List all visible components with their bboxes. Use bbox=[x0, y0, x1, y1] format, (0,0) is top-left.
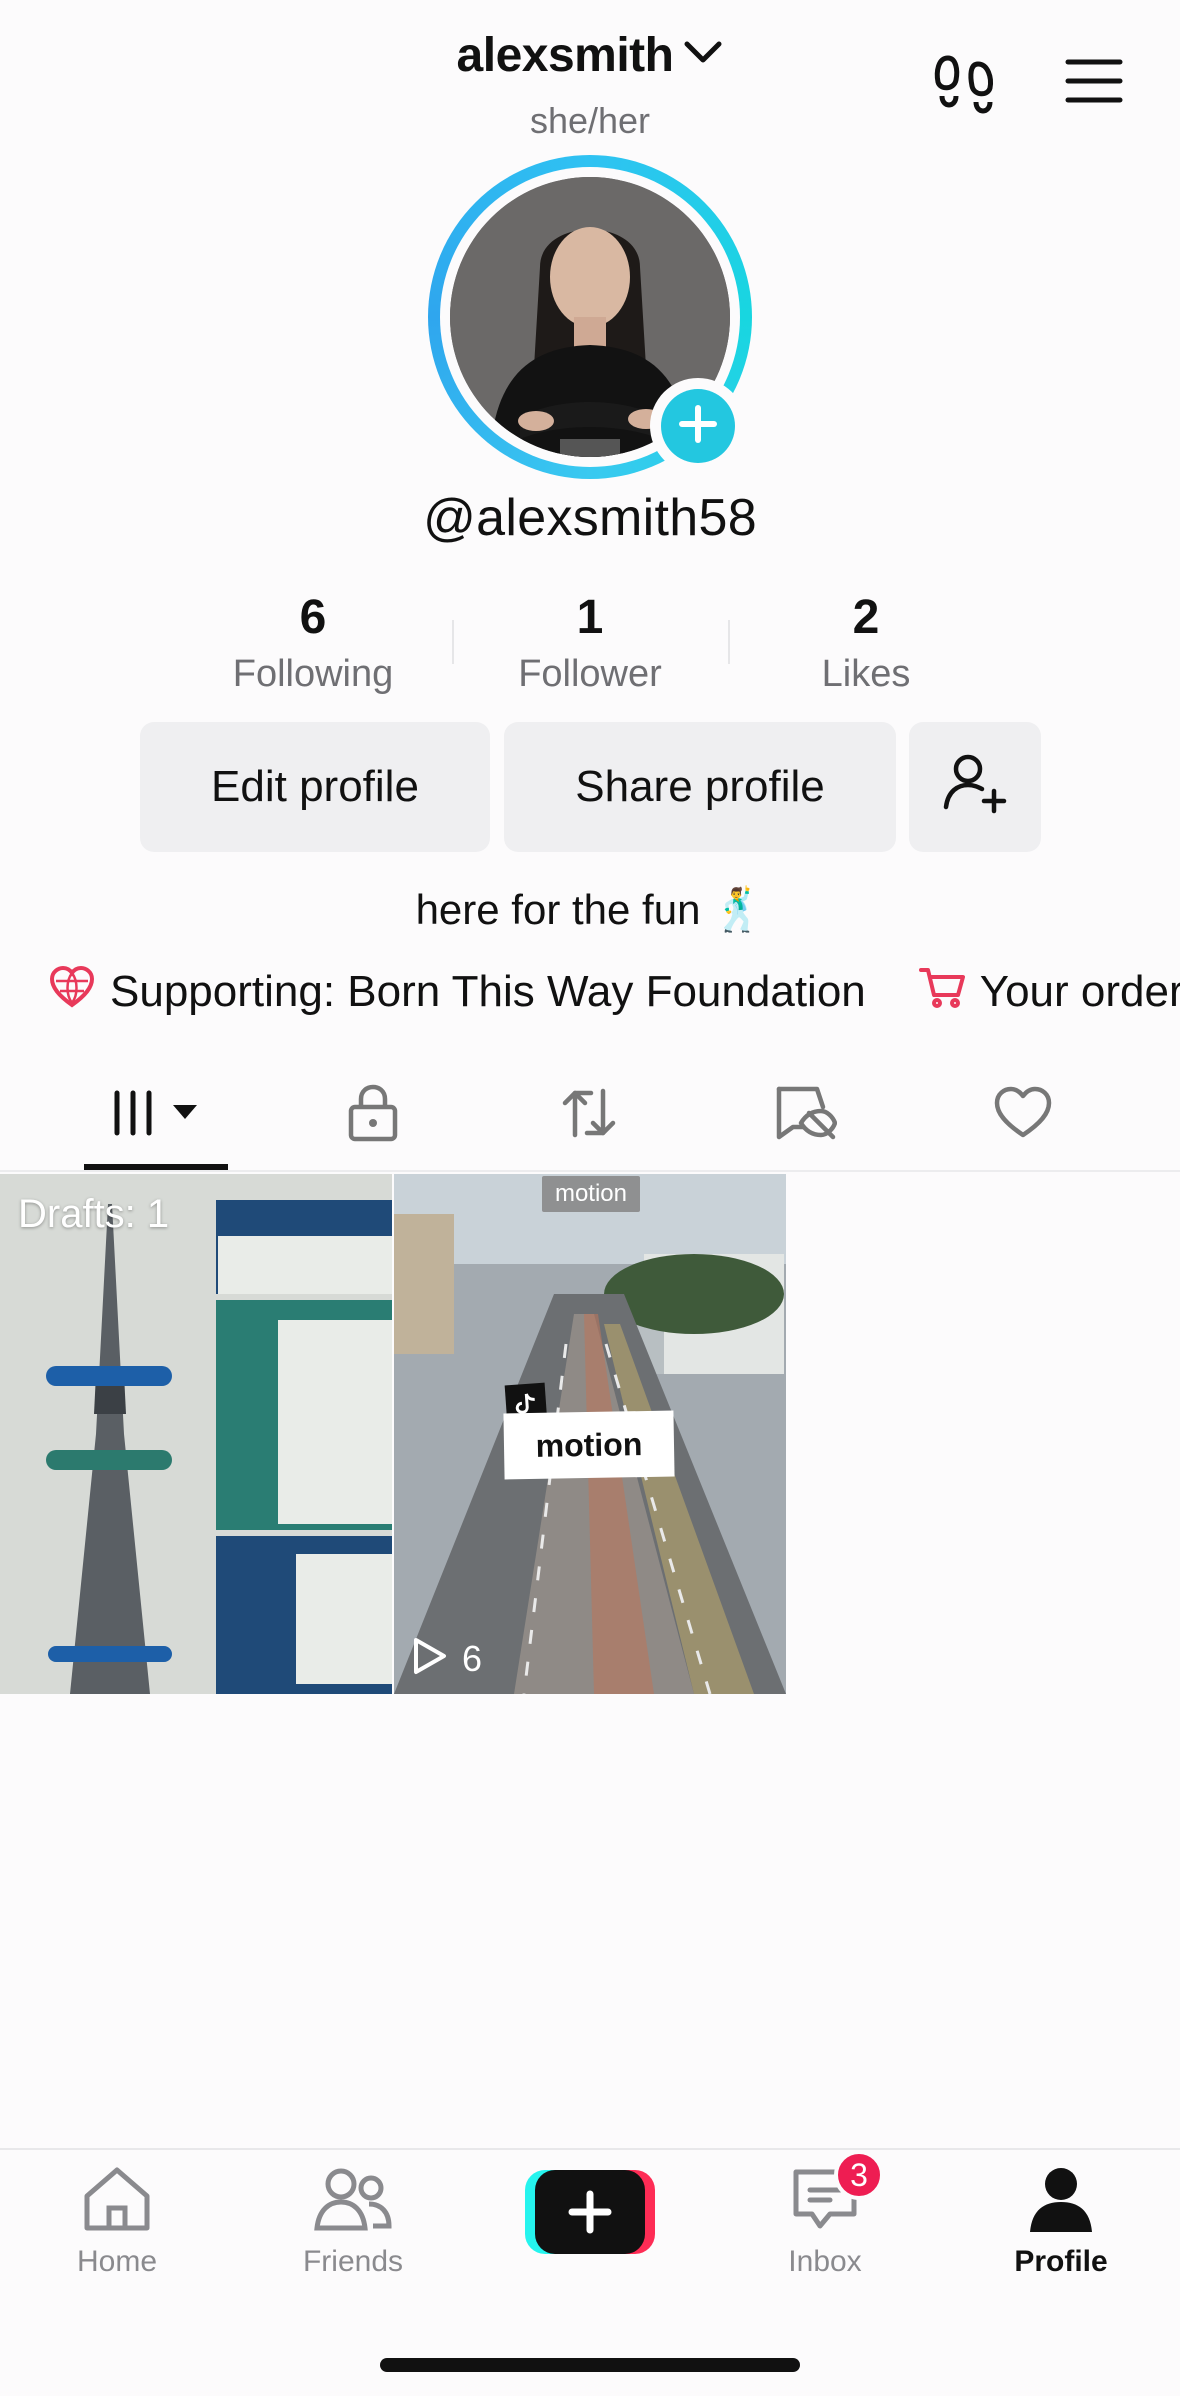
divider bbox=[728, 620, 730, 664]
shopping-cart-icon bbox=[918, 965, 966, 1020]
inbox-badge: 3 bbox=[834, 2150, 884, 2200]
play-count: 6 bbox=[410, 1636, 482, 1681]
account-switcher[interactable]: alexsmith bbox=[0, 28, 1180, 83]
tab-hidden[interactable] bbox=[730, 1060, 880, 1170]
heart-globe-icon bbox=[48, 965, 96, 1020]
inbox-icon: 3 bbox=[790, 2150, 884, 2239]
profile-links-row: Supporting: Born This Way Foundation You… bbox=[48, 960, 1180, 1024]
nav-inbox[interactable]: 3 Inbox bbox=[735, 2150, 915, 2304]
stat-value: 1 bbox=[576, 591, 604, 644]
lock-icon bbox=[345, 1083, 401, 1148]
menu-icon[interactable] bbox=[1064, 56, 1124, 106]
tab-reposts[interactable] bbox=[514, 1060, 664, 1170]
drafts-tile[interactable]: Drafts: 1 bbox=[0, 1174, 392, 1694]
repost-icon bbox=[557, 1083, 621, 1148]
supporting-text: Supporting: Born This Way Foundation bbox=[110, 967, 866, 1016]
plus-icon bbox=[676, 402, 720, 451]
edit-profile-button[interactable]: Edit profile bbox=[140, 722, 490, 852]
stat-likes[interactable]: 2 Likes bbox=[746, 590, 986, 696]
video-tile[interactable]: motion motion 6 bbox=[394, 1174, 786, 1694]
nav-friends[interactable]: Friends bbox=[263, 2164, 443, 2304]
tab-private[interactable] bbox=[298, 1060, 448, 1170]
user-handle: @alexsmith58 bbox=[423, 489, 757, 547]
stat-value: 2 bbox=[852, 591, 880, 644]
tab-videos[interactable] bbox=[84, 1060, 234, 1170]
share-profile-button[interactable]: Share profile bbox=[504, 722, 896, 852]
chevron-down-icon bbox=[683, 38, 723, 73]
video-tag: motion bbox=[542, 1176, 640, 1212]
create-button[interactable] bbox=[525, 2170, 655, 2254]
tab-liked[interactable] bbox=[948, 1060, 1098, 1170]
divider bbox=[452, 620, 454, 664]
stat-label: Following bbox=[232, 653, 394, 695]
add-story-button[interactable] bbox=[650, 378, 746, 474]
nav-profile[interactable]: Profile bbox=[971, 2164, 1151, 2304]
profile-tabs bbox=[0, 1060, 1180, 1172]
stat-label: Follower bbox=[518, 653, 662, 695]
nav-label: Friends bbox=[302, 2245, 404, 2278]
nav-home[interactable]: Home bbox=[27, 2164, 207, 2304]
home-indicator bbox=[380, 2358, 800, 2372]
pronouns: she/her bbox=[529, 100, 651, 141]
eye-off-icon bbox=[773, 1083, 838, 1148]
stat-followers[interactable]: 1 Follower bbox=[470, 590, 710, 696]
grid-icon bbox=[109, 1083, 209, 1148]
stat-following[interactable]: 6 Following bbox=[193, 590, 433, 696]
add-user-icon bbox=[940, 747, 1010, 828]
stat-label: Likes bbox=[821, 653, 911, 695]
home-icon bbox=[79, 2164, 155, 2239]
orders-link[interactable]: Your orders bbox=[918, 965, 1180, 1020]
add-friends-button[interactable] bbox=[909, 722, 1041, 852]
nav-label: Inbox bbox=[788, 2245, 862, 2278]
tab-active-indicator bbox=[84, 1164, 228, 1170]
play-icon bbox=[410, 1636, 448, 1681]
footprints-icon[interactable] bbox=[930, 50, 1000, 120]
drafts-label: Drafts: 1 bbox=[18, 1192, 170, 1236]
drafts-thumbnail bbox=[0, 1174, 392, 1694]
orders-text: Your orders bbox=[979, 967, 1180, 1016]
stat-value: 6 bbox=[299, 591, 327, 644]
heart-icon bbox=[993, 1085, 1053, 1146]
username: alexsmith bbox=[456, 29, 674, 82]
supporting-link[interactable]: Supporting: Born This Way Foundation bbox=[48, 965, 866, 1020]
nav-label: Profile bbox=[1014, 2245, 1108, 2278]
profile-icon bbox=[1026, 2164, 1096, 2239]
profile-bio: here for the fun 🕺 bbox=[415, 886, 765, 933]
friends-icon bbox=[313, 2164, 393, 2239]
video-caption-sticker: motion bbox=[503, 1410, 675, 1480]
profile-header: alexsmith she/her bbox=[0, 0, 1180, 141]
play-count-value: 6 bbox=[462, 1637, 483, 1679]
nav-label: Home bbox=[76, 2245, 158, 2278]
